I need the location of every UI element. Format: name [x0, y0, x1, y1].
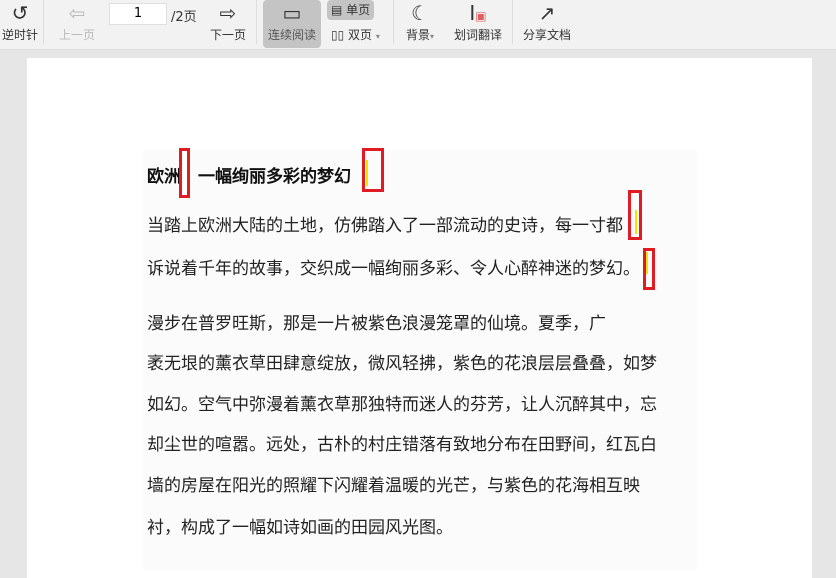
double-page-button[interactable]: ▯▯ 双页 ▾: [327, 25, 384, 45]
highlight-box: [628, 190, 642, 240]
next-page-button[interactable]: ⇨ 下一页: [206, 0, 250, 48]
text-line: 当踏上欧洲大陆的土地，仿佛踏入了一部流动的史诗，每一寸都: [147, 216, 623, 236]
text-line: 袤无垠的薰衣草田肆意绽放，微风轻拂，紫色的花浪层层叠叠，如梦: [147, 354, 657, 374]
background-button[interactable]: ☾ 背景▾: [398, 0, 442, 48]
text-line: 却尘世的喧嚣。远处，古朴的村庄错落有致地分布在田野间，红瓦白: [147, 435, 657, 455]
rotate-ccw-button[interactable]: ↺ 逆时针: [0, 0, 40, 48]
text-line: 漫步在普罗旺斯，那是一片被紫色浪漫笼罩的仙境。夏季，广: [147, 314, 606, 334]
dropdown-icon: ▾: [375, 32, 380, 41]
highlight-box: [362, 148, 384, 192]
text-line: 如幻。空气中弥漫着薰衣草那独特而迷人的芬芳，让人沉醉其中，忘: [147, 395, 657, 415]
share-icon: ↗: [538, 1, 556, 25]
prev-page-button[interactable]: ⇦ 上一页: [55, 0, 99, 48]
document-page: 欧洲：一幅绚丽多彩的梦幻 当踏上欧洲大陆的土地，仿佛踏入了一部流动的史诗，每一寸…: [27, 58, 812, 578]
translate-button[interactable]: I▣ 划词翻译: [450, 0, 506, 48]
translate-icon: I▣: [469, 1, 487, 25]
single-page-icon: ▤: [331, 3, 343, 17]
text-line: 墙的房屋在阳光的照耀下闪耀着温暖的光芒，与紫色的花海相互映: [147, 476, 640, 496]
moon-icon: ☾: [411, 1, 429, 25]
rotate-ccw-icon: ↺: [11, 1, 29, 25]
page-number-input[interactable]: 1: [109, 3, 167, 25]
text-line: 诉说着千年的故事，交织成一幅绚丽多彩、令人心醉神迷的梦幻。: [147, 259, 640, 279]
continuous-read-button[interactable]: ▭ 连续阅读: [263, 0, 321, 48]
page-total: /2页: [171, 10, 197, 25]
highlight-box: [643, 248, 655, 290]
double-page-icon: ▯▯: [331, 28, 345, 42]
arrow-left-icon: ⇦: [68, 1, 86, 25]
doc-title: 欧洲：一幅绚丽多彩的梦幻: [147, 167, 351, 187]
toolbar: ↺ 逆时针 ⇦ 上一页 1 /2页 ⇨ 下一页 ▭ 连续阅读 ▤ 单页 ▯▯ 双…: [0, 0, 836, 50]
continuous-page-icon: ▭: [282, 1, 302, 25]
single-page-button[interactable]: ▤ 单页: [327, 0, 375, 20]
highlight-box: [179, 148, 190, 198]
share-button[interactable]: ↗ 分享文档: [518, 0, 576, 48]
text-line: 衬，构成了一幅如诗如画的田园风光图。: [147, 518, 453, 538]
arrow-right-icon: ⇨: [219, 1, 237, 25]
